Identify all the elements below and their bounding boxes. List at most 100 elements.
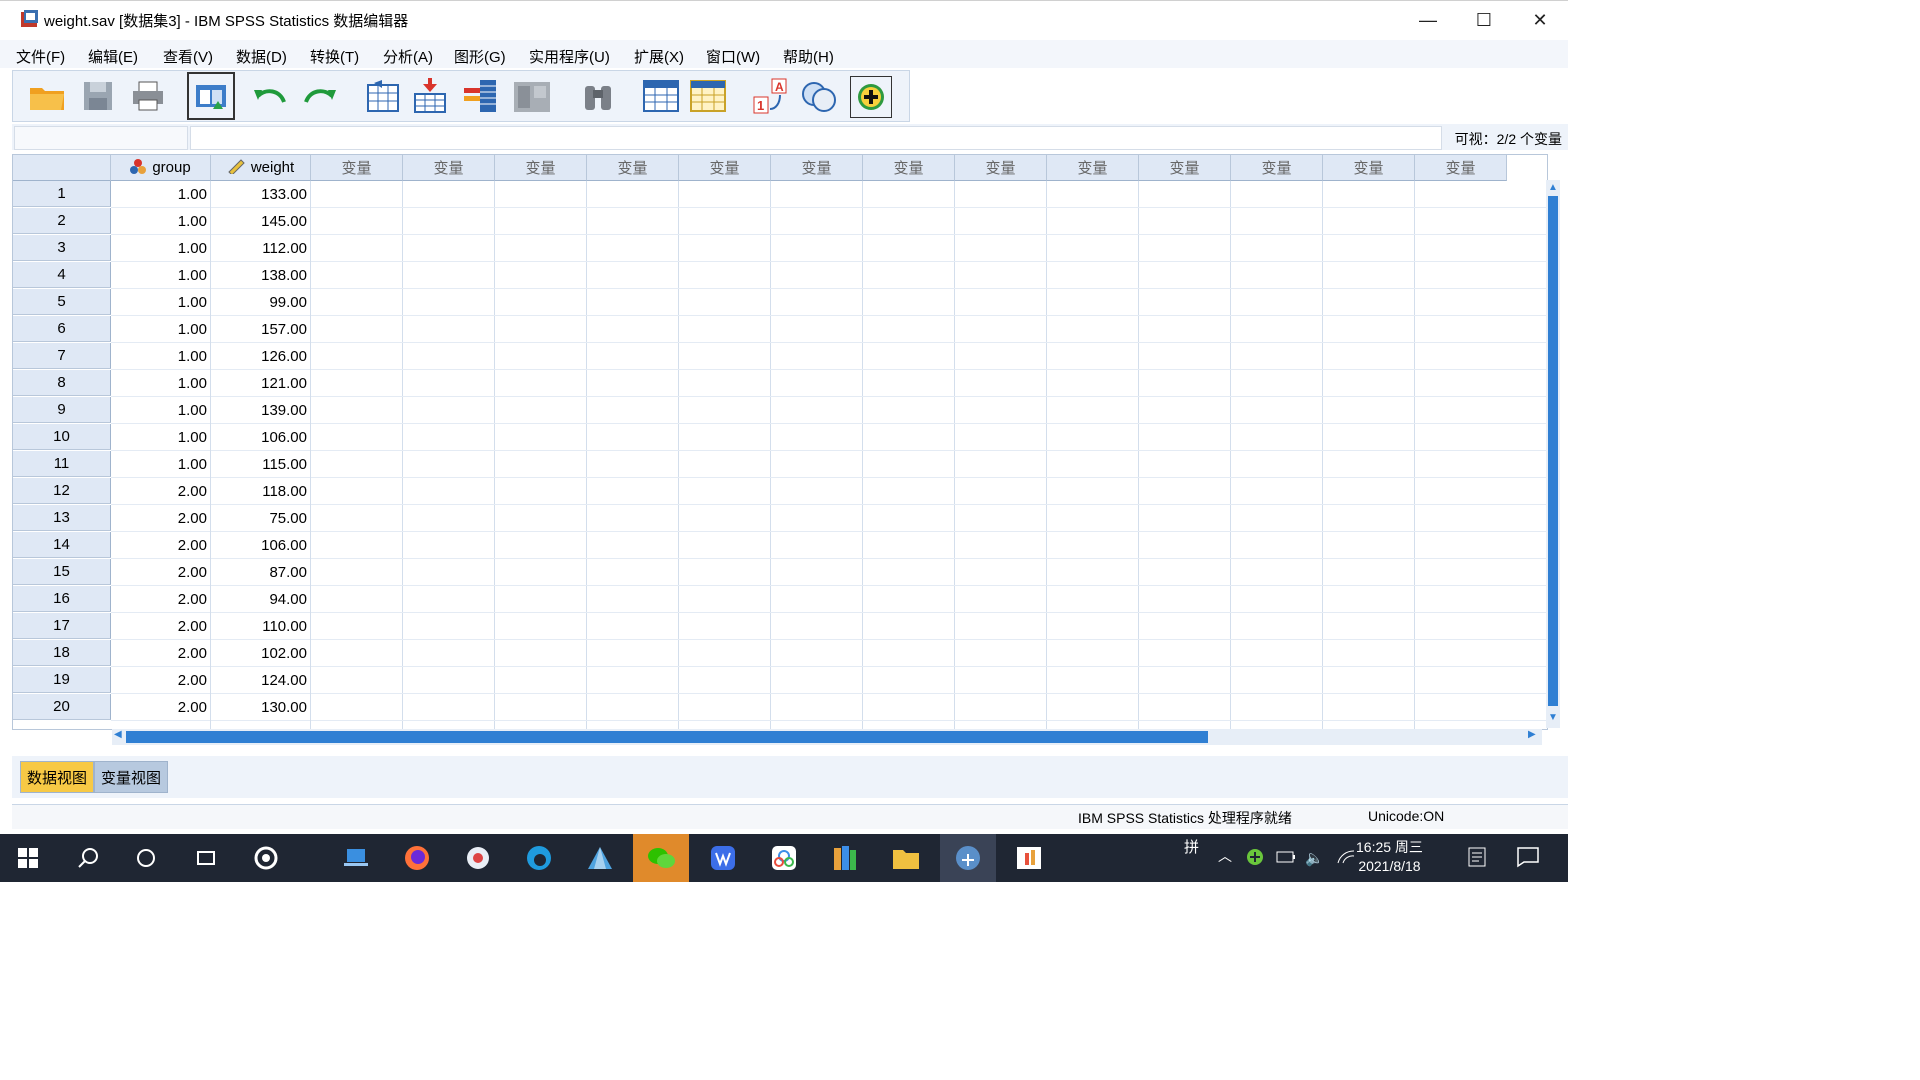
notification-center-icon[interactable] bbox=[1516, 846, 1540, 871]
menu-extensions[interactable]: 扩展(X) bbox=[634, 46, 684, 67]
table-cell-group[interactable]: 1.00 bbox=[111, 289, 211, 316]
row-header[interactable]: 18 bbox=[13, 640, 111, 666]
vertical-scroll-thumb[interactable] bbox=[1548, 196, 1558, 706]
search-button[interactable] bbox=[60, 834, 116, 882]
column-header-empty[interactable]: 变量 bbox=[863, 155, 955, 181]
value-labels-icon[interactable]: A1 bbox=[750, 76, 790, 116]
table-cell-group[interactable]: 1.00 bbox=[111, 424, 211, 451]
menu-graphs[interactable]: 图形(G) bbox=[454, 46, 506, 67]
row-header[interactable]: 7 bbox=[13, 343, 111, 369]
table-cell-group[interactable]: 1.00 bbox=[111, 343, 211, 370]
taskbar-spss[interactable] bbox=[940, 834, 996, 882]
row-header[interactable]: 6 bbox=[13, 316, 111, 342]
menu-data[interactable]: 数据(D) bbox=[236, 46, 287, 67]
table-cell-weight[interactable]: 99.00 bbox=[211, 289, 311, 316]
row-header[interactable]: 19 bbox=[13, 667, 111, 693]
table-cell-weight[interactable]: 110.00 bbox=[211, 613, 311, 640]
table-cell-group[interactable]: 2.00 bbox=[111, 586, 211, 613]
table-cell-weight[interactable]: 106.00 bbox=[211, 424, 311, 451]
table-cell-weight[interactable]: 87.00 bbox=[211, 559, 311, 586]
menu-analyze[interactable]: 分析(A) bbox=[383, 46, 433, 67]
column-header-empty[interactable]: 变量 bbox=[587, 155, 679, 181]
column-header-empty[interactable]: 变量 bbox=[679, 155, 771, 181]
row-header[interactable]: 8 bbox=[13, 370, 111, 396]
tab-data-view[interactable]: 数据视图 bbox=[20, 761, 95, 793]
table-cell-group[interactable]: 1.00 bbox=[111, 370, 211, 397]
menu-transform[interactable]: 转换(T) bbox=[310, 46, 359, 67]
taskbar-clock[interactable]: 16:25 周三 2021/8/18 bbox=[1356, 838, 1423, 876]
scroll-down-icon[interactable]: ▼ bbox=[1546, 712, 1560, 726]
column-header-empty[interactable]: 变量 bbox=[1415, 155, 1507, 181]
taskbar-app-5[interactable] bbox=[756, 834, 812, 882]
column-header-empty[interactable]: 变量 bbox=[403, 155, 495, 181]
menu-help[interactable]: 帮助(H) bbox=[783, 46, 834, 67]
column-header-empty[interactable]: 变量 bbox=[1323, 155, 1415, 181]
goto-case-icon[interactable] bbox=[362, 76, 402, 116]
row-header[interactable]: 13 bbox=[13, 505, 111, 531]
menu-file[interactable]: 文件(F) bbox=[16, 46, 65, 67]
row-header[interactable]: 10 bbox=[13, 424, 111, 450]
taskbar-app-1[interactable] bbox=[238, 834, 294, 882]
table-cell-weight[interactable]: 124.00 bbox=[211, 667, 311, 694]
table-cell-group[interactable]: 1.00 bbox=[111, 316, 211, 343]
taskbar-app-4[interactable] bbox=[572, 834, 628, 882]
taskbar-edge[interactable] bbox=[511, 834, 567, 882]
table-cell-weight[interactable]: 130.00 bbox=[211, 694, 311, 721]
table-cell-group[interactable]: 2.00 bbox=[111, 667, 211, 694]
row-header[interactable]: 14 bbox=[13, 532, 111, 558]
save-icon[interactable] bbox=[78, 76, 118, 116]
table-cell-weight[interactable]: 139.00 bbox=[211, 397, 311, 424]
taskbar-wechat[interactable] bbox=[633, 834, 689, 882]
column-header-weight[interactable]: weight bbox=[211, 155, 311, 181]
column-header-empty[interactable]: 变量 bbox=[495, 155, 587, 181]
table-cell-group[interactable]: 1.00 bbox=[111, 397, 211, 424]
table-cell-weight[interactable]: 75.00 bbox=[211, 505, 311, 532]
menu-edit[interactable]: 编辑(E) bbox=[88, 46, 138, 67]
print-icon[interactable] bbox=[128, 76, 168, 116]
table-cell-group[interactable]: 2.00 bbox=[111, 640, 211, 667]
table-cell-group[interactable]: 2.00 bbox=[111, 559, 211, 586]
table-cell-group[interactable]: 1.00 bbox=[111, 208, 211, 235]
extension-hub-icon[interactable] bbox=[850, 76, 892, 118]
grid-corner[interactable] bbox=[13, 155, 111, 181]
menu-utilities[interactable]: 实用程序(U) bbox=[529, 46, 610, 67]
scroll-left-icon[interactable]: ◀ bbox=[114, 729, 122, 740]
cell-value-editor[interactable] bbox=[190, 126, 1442, 150]
tray-expand-icon[interactable]: ︿ bbox=[1218, 846, 1232, 866]
data-grid[interactable]: group weight 变量 变量 变量 变量 变量 变量 变量 变量 变量 变量 变量 变量 变量 11… bbox=[12, 154, 1548, 730]
taskbar-app-3[interactable] bbox=[450, 834, 506, 882]
table-cell-group[interactable]: 2.00 bbox=[111, 478, 211, 505]
minimize-button[interactable]: — bbox=[1400, 0, 1456, 40]
row-header[interactable]: 3 bbox=[13, 235, 111, 261]
table-cell-weight[interactable]: 112.00 bbox=[211, 235, 311, 262]
column-header-empty[interactable]: 变量 bbox=[1139, 155, 1231, 181]
taskbar-app-7[interactable] bbox=[1001, 834, 1057, 882]
scroll-up-icon[interactable]: ▲ bbox=[1546, 182, 1560, 196]
open-folder-icon[interactable] bbox=[27, 76, 67, 116]
dialog-recall-icon[interactable] bbox=[187, 72, 235, 120]
row-header[interactable]: 5 bbox=[13, 289, 111, 315]
table-cell-weight[interactable]: 94.00 bbox=[211, 586, 311, 613]
horizontal-scroll-thumb[interactable] bbox=[126, 731, 1208, 743]
table-cell-weight[interactable]: 118.00 bbox=[211, 478, 311, 505]
ime-indicator[interactable]: 拼 bbox=[1184, 836, 1199, 857]
tray-app-icon[interactable] bbox=[1246, 848, 1264, 869]
maximize-button[interactable]: ☐ bbox=[1456, 0, 1512, 40]
table-cell-group[interactable]: 1.00 bbox=[111, 262, 211, 289]
binoculars-icon[interactable] bbox=[578, 76, 618, 116]
task-view-button[interactable] bbox=[178, 834, 234, 882]
table-cell-group[interactable]: 2.00 bbox=[111, 613, 211, 640]
column-header-empty[interactable]: 变量 bbox=[771, 155, 863, 181]
menu-view[interactable]: 查看(V) bbox=[163, 46, 213, 67]
table-cell-group[interactable]: 1.00 bbox=[111, 451, 211, 478]
table-cell-weight[interactable]: 157.00 bbox=[211, 316, 311, 343]
undo-icon[interactable] bbox=[250, 76, 290, 116]
row-header[interactable]: 1 bbox=[13, 181, 111, 207]
table-cell-weight[interactable]: 121.00 bbox=[211, 370, 311, 397]
table-cell-weight[interactable]: 115.00 bbox=[211, 451, 311, 478]
row-header[interactable]: 2 bbox=[13, 208, 111, 234]
column-header-empty[interactable]: 变量 bbox=[1231, 155, 1323, 181]
find-icon[interactable] bbox=[512, 76, 552, 116]
taskbar-app-6[interactable] bbox=[817, 834, 873, 882]
table-cell-group[interactable]: 2.00 bbox=[111, 532, 211, 559]
